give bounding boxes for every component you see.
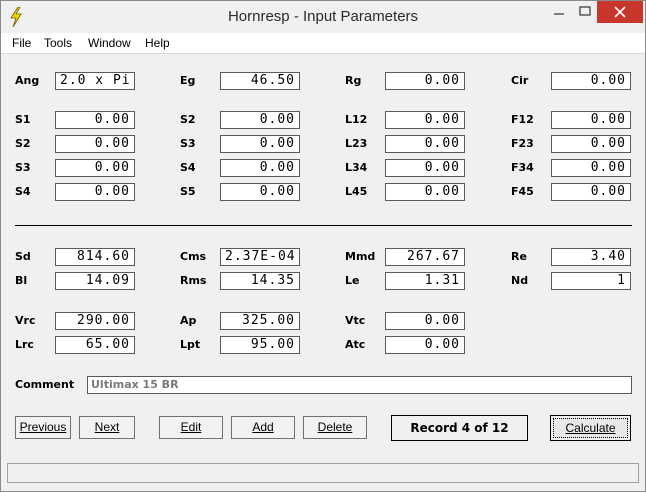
s4-field[interactable]: 0.00 bbox=[55, 183, 135, 201]
rg-field[interactable]: 0.00 bbox=[385, 72, 465, 90]
le-field[interactable]: 1.31 bbox=[385, 272, 465, 290]
eg-field[interactable]: 46.50 bbox=[220, 72, 300, 90]
cir-label: Cir bbox=[511, 74, 529, 87]
s2-field[interactable]: 0.00 bbox=[55, 135, 135, 153]
nd-field[interactable]: 1 bbox=[551, 272, 631, 290]
s1-field[interactable]: 0.00 bbox=[55, 111, 135, 129]
status-bar bbox=[7, 463, 639, 483]
input-parameters-panel: Ang 2.0 x Pi Eg 46.50 Rg 0.00 Cir 0.00 S… bbox=[1, 54, 645, 463]
atc-field[interactable]: 0.00 bbox=[385, 336, 465, 354]
ap-label: Ap bbox=[180, 314, 197, 327]
eg-label: Eg bbox=[180, 74, 196, 87]
s2-label: S2 bbox=[180, 113, 196, 126]
f23-label: F23 bbox=[511, 137, 534, 150]
bl-field[interactable]: 14.09 bbox=[55, 272, 135, 290]
f34-label: F34 bbox=[511, 161, 534, 174]
s2-label: S2 bbox=[15, 137, 31, 150]
l45-label: L45 bbox=[345, 185, 368, 198]
cms-field[interactable]: 2.37E-04 bbox=[220, 248, 300, 266]
f12-field[interactable]: 0.00 bbox=[551, 111, 631, 129]
re-field[interactable]: 3.40 bbox=[551, 248, 631, 266]
maximize-icon[interactable] bbox=[573, 1, 597, 23]
lrc-label: Lrc bbox=[15, 338, 34, 351]
close-icon[interactable] bbox=[597, 1, 643, 23]
menu-window[interactable]: Window bbox=[88, 36, 131, 50]
s5-field[interactable]: 0.00 bbox=[220, 183, 300, 201]
hornresp-window: Hornresp - Input Parameters File Tools W… bbox=[0, 0, 646, 492]
section-divider bbox=[15, 225, 632, 226]
f34-field[interactable]: 0.00 bbox=[551, 159, 631, 177]
l23-field[interactable]: 0.00 bbox=[385, 135, 465, 153]
atc-label: Atc bbox=[345, 338, 366, 351]
l12-label: L12 bbox=[345, 113, 368, 126]
s1-label: S1 bbox=[15, 113, 31, 126]
s3-field[interactable]: 0.00 bbox=[55, 159, 135, 177]
title-bar[interactable]: Hornresp - Input Parameters bbox=[1, 1, 645, 33]
f23-field[interactable]: 0.00 bbox=[551, 135, 631, 153]
f45-label: F45 bbox=[511, 185, 534, 198]
minimize-icon[interactable] bbox=[545, 1, 573, 23]
rms-field[interactable]: 14.35 bbox=[220, 272, 300, 290]
s5-label: S5 bbox=[180, 185, 196, 198]
l12-field[interactable]: 0.00 bbox=[385, 111, 465, 129]
f45-field[interactable]: 0.00 bbox=[551, 183, 631, 201]
cms-label: Cms bbox=[180, 250, 207, 263]
vtc-field[interactable]: 0.00 bbox=[385, 312, 465, 330]
edit-button[interactable]: Edit bbox=[159, 416, 223, 439]
cir-field[interactable]: 0.00 bbox=[551, 72, 631, 90]
lpt-label: Lpt bbox=[180, 338, 201, 351]
rg-label: Rg bbox=[345, 74, 362, 87]
re-label: Re bbox=[511, 250, 527, 263]
sd-label: Sd bbox=[15, 250, 31, 263]
s2-field[interactable]: 0.00 bbox=[220, 111, 300, 129]
nd-label: Nd bbox=[511, 274, 529, 287]
f12-label: F12 bbox=[511, 113, 534, 126]
comment-label: Comment bbox=[15, 378, 75, 391]
vrc-label: Vrc bbox=[15, 314, 36, 327]
l34-label: L34 bbox=[345, 161, 368, 174]
menu-tools[interactable]: Tools bbox=[44, 36, 72, 50]
l23-label: L23 bbox=[345, 137, 368, 150]
comment-field[interactable]: Ultimax 15 BR bbox=[87, 376, 632, 394]
ap-field[interactable]: 325.00 bbox=[220, 312, 300, 330]
bl-label: Bl bbox=[15, 274, 28, 287]
vtc-label: Vtc bbox=[345, 314, 366, 327]
s4-label: S4 bbox=[180, 161, 196, 174]
s4-label: S4 bbox=[15, 185, 31, 198]
l34-field[interactable]: 0.00 bbox=[385, 159, 465, 177]
lrc-field[interactable]: 65.00 bbox=[55, 336, 135, 354]
vrc-field[interactable]: 290.00 bbox=[55, 312, 135, 330]
mmd-field[interactable]: 267.67 bbox=[385, 248, 465, 266]
delete-button[interactable]: Delete bbox=[303, 416, 367, 439]
le-label: Le bbox=[345, 274, 360, 287]
ang-field[interactable]: 2.0 x Pi bbox=[55, 72, 135, 90]
s4-field[interactable]: 0.00 bbox=[220, 159, 300, 177]
record-indicator: Record 4 of 12 bbox=[391, 415, 528, 441]
sd-field[interactable]: 814.60 bbox=[55, 248, 135, 266]
s3-field[interactable]: 0.00 bbox=[220, 135, 300, 153]
s3-label: S3 bbox=[15, 161, 31, 174]
rms-label: Rms bbox=[180, 274, 207, 287]
calculate-button[interactable]: Calculate bbox=[550, 415, 631, 441]
menu-bar: File Tools Window Help bbox=[1, 33, 645, 54]
calculate-button-label: Calculate bbox=[553, 418, 628, 438]
s3-label: S3 bbox=[180, 137, 196, 150]
menu-file[interactable]: File bbox=[12, 36, 31, 50]
ang-label: Ang bbox=[15, 74, 40, 87]
previous-button[interactable]: Previous bbox=[15, 416, 71, 439]
lpt-field[interactable]: 95.00 bbox=[220, 336, 300, 354]
mmd-label: Mmd bbox=[345, 250, 376, 263]
l45-field[interactable]: 0.00 bbox=[385, 183, 465, 201]
menu-help[interactable]: Help bbox=[145, 36, 170, 50]
next-button[interactable]: Next bbox=[79, 416, 135, 439]
add-button[interactable]: Add bbox=[231, 416, 295, 439]
